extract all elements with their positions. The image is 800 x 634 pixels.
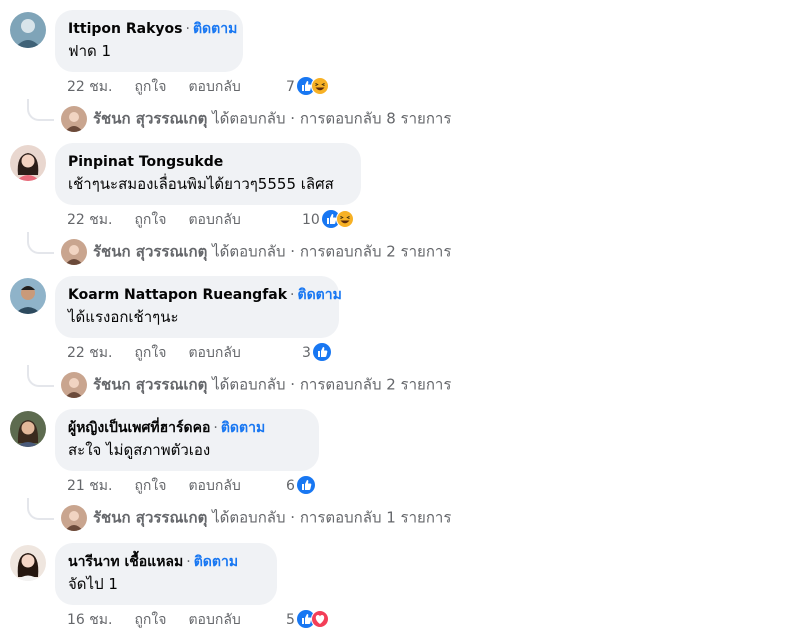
follow-link[interactable]: ติดตาม — [221, 420, 265, 436]
reply-summary[interactable]: รัชนก สุวรรณเกตุ ได้ตอบกลับ · การตอบกลับ… — [61, 505, 451, 531]
separator-dot: · — [290, 242, 296, 261]
comment-time[interactable]: 22 ชม. — [67, 345, 112, 361]
comment-time[interactable]: 22 ชม. — [67, 212, 112, 228]
comment-time[interactable]: 21 ชม. — [67, 478, 112, 494]
follow-link[interactable]: ติดตาม — [193, 21, 237, 37]
reply-count: การตอบกลับ 8 รายการ — [299, 109, 452, 128]
comment-actions: 22 ชม. ถูกใจ ตอบกลับ — [67, 343, 263, 363]
reply-link[interactable]: ตอบกลับ — [188, 79, 240, 95]
comment-text: เช้าๆนะสมองเลื่อนพิมได้ยาวๆ5555 เลิศส — [68, 175, 334, 193]
like-link[interactable]: ถูกใจ — [134, 612, 166, 628]
follow-link[interactable]: ติดตาม — [298, 287, 342, 303]
reply-summary[interactable]: รัชนก สุวรรณเกตุ ได้ตอบกลับ · การตอบกลับ… — [61, 106, 451, 132]
reaction-summary[interactable]: 3 — [302, 343, 331, 363]
separator-dot: · — [290, 287, 295, 303]
comment-author[interactable]: Koarm Nattapon Rueangfak — [68, 287, 287, 303]
replied-text: ได้ตอบกลับ — [212, 508, 286, 527]
reaction-count: 6 — [286, 478, 295, 494]
haha-icon — [310, 77, 329, 95]
replied-text: ได้ตอบกลับ — [212, 242, 286, 261]
reaction-summary[interactable]: 7 — [286, 77, 329, 97]
comment-bubble: ผู้หญิงเป็นเพศที่ฮาร์ดคอ · ติดตาม สะใจ ไม่… — [55, 409, 319, 471]
replier-avatar — [61, 239, 87, 265]
replier-avatar — [61, 372, 87, 398]
comment-actions: 22 ชม. ถูกใจ ตอบกลับ — [67, 77, 263, 97]
separator-dot: · — [213, 420, 218, 436]
reaction-summary[interactable]: 5 — [286, 610, 329, 630]
comment-author[interactable]: นารีนาท เชื้อแหลม — [68, 554, 183, 570]
haha-icon — [335, 210, 354, 228]
follow-link[interactable]: ติดตาม — [194, 554, 238, 570]
avatar[interactable] — [10, 145, 46, 181]
replier-avatar — [61, 106, 87, 132]
separator-dot: · — [290, 109, 296, 128]
reply-count: การตอบกลับ 2 รายการ — [299, 375, 452, 394]
reaction-count: 3 — [302, 345, 311, 361]
thread-connector — [27, 498, 54, 520]
avatar[interactable] — [10, 411, 46, 447]
avatar[interactable] — [10, 278, 46, 314]
replied-text: ได้ตอบกลับ — [212, 375, 286, 394]
comment-actions: 21 ชม. ถูกใจ ตอบกลับ — [67, 476, 263, 496]
reaction-summary[interactable]: 6 — [286, 476, 315, 496]
like-icon — [296, 476, 315, 494]
reply-summary[interactable]: รัชนก สุวรรณเกตุ ได้ตอบกลับ · การตอบกลับ… — [61, 372, 451, 398]
reply-count: การตอบกลับ 1 รายการ — [299, 508, 452, 527]
reply-link[interactable]: ตอบกลับ — [188, 212, 240, 228]
like-link[interactable]: ถูกใจ — [134, 478, 166, 494]
scroll-edge — [794, 0, 800, 634]
comment-text: จัดไป 1 — [68, 575, 118, 593]
comment-bubble: นารีนาท เชื้อแหลม · ติดตาม จัดไป 1 — [55, 543, 277, 605]
avatar[interactable] — [10, 12, 46, 48]
reaction-count: 10 — [302, 212, 320, 228]
comment-bubble: Koarm Nattapon Rueangfak · ติดตาม ได้แรงอก… — [55, 276, 342, 338]
separator-dot: · — [290, 508, 296, 527]
like-icon — [312, 343, 331, 361]
reply-link[interactable]: ตอบกลับ — [188, 478, 240, 494]
reaction-count: 7 — [286, 79, 295, 95]
comment-author[interactable]: Pinpinat Tongsukde — [68, 154, 223, 170]
separator-dot: · — [290, 375, 296, 394]
reaction-count: 5 — [286, 612, 295, 628]
comment-text: ฟาด 1 — [68, 42, 112, 60]
reply-link[interactable]: ตอบกลับ — [188, 345, 240, 361]
comment-actions: 16 ชม. ถูกใจ ตอบกลับ — [67, 610, 263, 630]
separator-dot: · — [186, 554, 191, 570]
separator-dot: · — [185, 21, 190, 37]
like-link[interactable]: ถูกใจ — [134, 212, 166, 228]
reply-link[interactable]: ตอบกลับ — [188, 612, 240, 628]
thread-connector — [27, 232, 54, 254]
comment-text: ได้แรงอกเช้าๆนะ — [68, 308, 179, 326]
replier-name: รัชนก สุวรรณเกตุ — [93, 109, 208, 128]
replier-name: รัชนก สุวรรณเกตุ — [93, 508, 208, 527]
comment-time[interactable]: 22 ชม. — [67, 79, 112, 95]
comment-author[interactable]: Ittipon Rakyos — [68, 21, 183, 37]
comment-time[interactable]: 16 ชม. — [67, 612, 112, 628]
comment-author[interactable]: ผู้หญิงเป็นเพศที่ฮาร์ดคอ — [68, 420, 210, 436]
love-icon — [310, 610, 329, 628]
reply-summary[interactable]: รัชนก สุวรรณเกตุ ได้ตอบกลับ · การตอบกลับ… — [61, 239, 451, 265]
reply-count: การตอบกลับ 2 รายการ — [299, 242, 452, 261]
replier-name: รัชนก สุวรรณเกตุ — [93, 375, 208, 394]
replier-avatar — [61, 505, 87, 531]
comment-actions: 22 ชม. ถูกใจ ตอบกลับ — [67, 210, 263, 230]
reaction-summary[interactable]: 10 — [302, 210, 354, 230]
like-link[interactable]: ถูกใจ — [134, 79, 166, 95]
thread-connector — [27, 99, 54, 121]
thread-connector — [27, 365, 54, 387]
like-link[interactable]: ถูกใจ — [134, 345, 166, 361]
comment-text: สะใจ ไม่ดูสภาพตัวเอง — [68, 441, 211, 459]
replier-name: รัชนก สุวรรณเกตุ — [93, 242, 208, 261]
avatar[interactable] — [10, 545, 46, 581]
comment-bubble: Ittipon Rakyos · ติดตาม ฟาด 1 — [55, 10, 243, 72]
replied-text: ได้ตอบกลับ — [212, 109, 286, 128]
comment-bubble: Pinpinat Tongsukde เช้าๆนะสมองเลื่อนพิมไ… — [55, 143, 361, 205]
